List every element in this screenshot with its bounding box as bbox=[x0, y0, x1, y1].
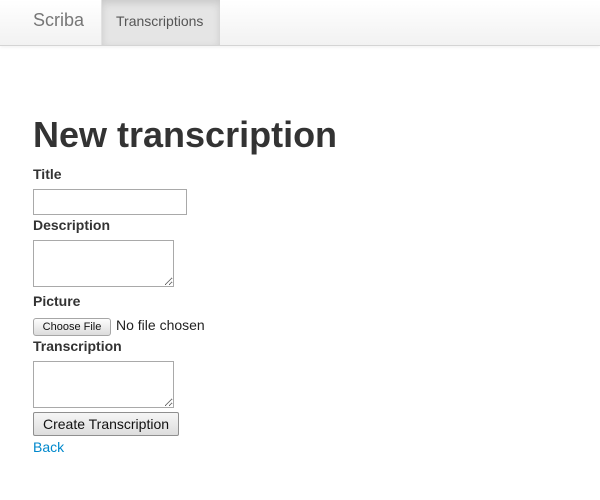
navbar: Scriba Transcriptions bbox=[0, 0, 600, 46]
description-textarea[interactable] bbox=[33, 240, 174, 287]
transcription-textarea[interactable] bbox=[33, 361, 174, 408]
choose-file-button[interactable]: Choose File bbox=[33, 318, 111, 336]
nav-tab-transcriptions[interactable]: Transcriptions bbox=[101, 0, 220, 45]
description-label: Description bbox=[33, 217, 111, 233]
page-title: New transcription bbox=[33, 114, 338, 155]
create-transcription-button[interactable]: Create Transcription bbox=[33, 412, 179, 436]
title-label: Title bbox=[33, 166, 62, 182]
nav-tab-label: Transcriptions bbox=[116, 13, 204, 29]
file-status-text: No file chosen bbox=[116, 317, 205, 333]
brand-link[interactable]: Scriba bbox=[33, 10, 84, 30]
picture-label: Picture bbox=[33, 293, 81, 309]
back-link[interactable]: Back bbox=[33, 438, 64, 456]
transcription-label: Transcription bbox=[33, 338, 122, 354]
title-input[interactable] bbox=[33, 189, 187, 215]
